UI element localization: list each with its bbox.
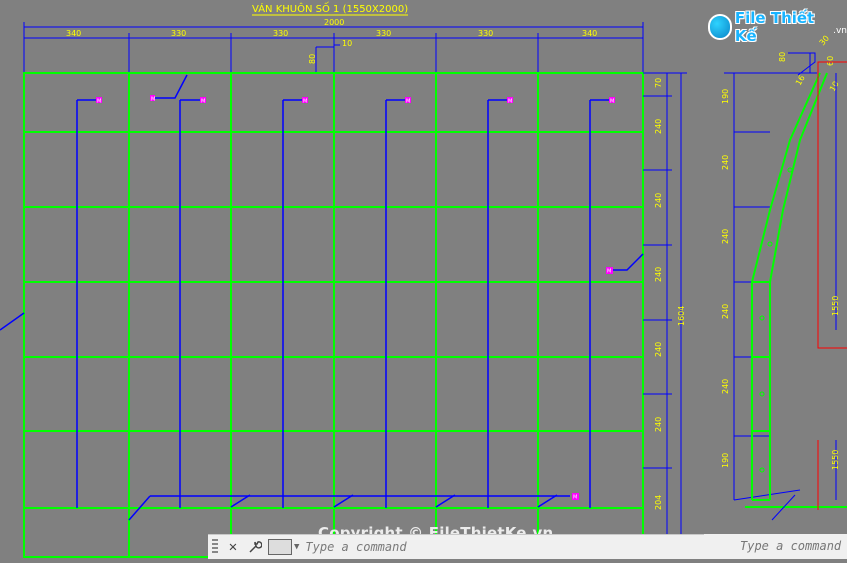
side-height-label: 240 [721,155,730,170]
height-dim-label: 240 [654,267,663,282]
column-width-label: 330 [171,29,186,38]
chevron-down-icon[interactable]: ▼ [294,542,299,552]
marker-letter: M [610,99,614,105]
right-dimensions: 70 240 240 240 240 240 204 1604 [643,72,687,557]
column-width-label: 330 [478,29,493,38]
marker-letter: M [303,99,307,105]
column-width-label: 340 [66,29,81,38]
side-height-label: 190 [721,453,730,468]
drawing-title: VÁN KHUÔN SỐ 1 (1550X2000) [252,1,408,15]
watermark-brand: File Thiết Kế [734,9,815,45]
height-dim-label: 70 [654,78,663,88]
drag-grip-icon[interactable] [212,539,218,555]
top-dimensions: 2000 340 330 330 330 330 340 10 80 [23,18,644,72]
side-diag-label: 10 [828,80,841,93]
secondary-command-input[interactable]: Type a command [704,534,847,558]
cad-drawing-canvas[interactable]: VÁN KHUÔN SỐ 1 (1550X2000) 2000 340 330 … [0,0,847,563]
total-height-label: 1604 [677,306,686,326]
side-top-label: 80 [778,52,787,62]
column-width-label: 330 [376,29,391,38]
watermark-domain: .vn [833,26,847,36]
height-dim-label: 240 [654,193,663,208]
marker-letter: M [201,99,205,105]
wrench-icon[interactable] [246,538,264,556]
side-height-label: 240 [721,379,730,394]
close-icon[interactable]: ✕ [224,538,242,556]
small-dim-label: 80 [308,54,317,64]
small-dim-label: 10 [342,39,352,48]
height-dim-label: 240 [654,342,663,357]
marker-letter: M [97,99,101,105]
overall-width-label: 2000 [324,18,344,27]
height-dim-label: 240 [654,417,663,432]
stiffener-lines [0,74,644,521]
height-dim-label: 204 [654,495,663,510]
side-view: 190 240 240 240 240 190 80 60 30 16 10 1… [721,34,847,521]
side-right-label: 1550 [831,450,840,470]
height-dim-label: 240 [654,119,663,134]
side-right-label: 1550 [831,296,840,316]
side-height-label: 190 [721,89,730,104]
side-height-label: 240 [721,229,730,244]
filethietke-logo-icon [708,14,732,40]
column-width-label: 340 [582,29,597,38]
marker-letter: M [151,97,155,103]
marker-letter: M [406,99,410,105]
command-prompt-icon[interactable] [268,539,292,555]
formwork-frame [23,72,644,558]
marker-letter: M [573,495,577,501]
side-top-label: 60 [826,56,835,66]
side-diag-label: 16 [794,74,807,87]
side-height-label: 240 [721,304,730,319]
marker-letter: M [508,99,512,105]
watermark-logo: File Thiết Kế .vn [708,9,847,45]
marker-letter: M [607,269,611,275]
column-width-label: 330 [273,29,288,38]
